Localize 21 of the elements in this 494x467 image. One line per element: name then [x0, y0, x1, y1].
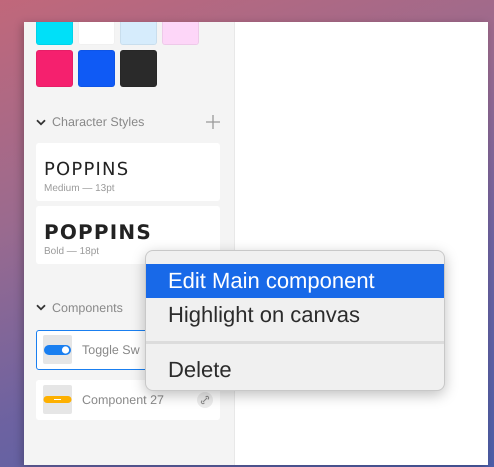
menu-item[interactable]: Highlight on canvas — [146, 298, 444, 332]
section-title: Components — [52, 300, 124, 315]
font-sample: POPPINS — [44, 220, 153, 243]
style-detail: Medium — 13pt — [44, 182, 116, 194]
font-sample: POPPINS — [44, 160, 130, 180]
chevron-icon[interactable] — [36, 304, 46, 312]
button-thumbnail-icon — [43, 385, 72, 414]
link-icon[interactable] — [197, 392, 213, 408]
character-style-card[interactable]: POPPINS Bold — 18pt — [36, 206, 220, 264]
toggle-thumbnail-icon — [43, 335, 72, 364]
chevron-icon[interactable] — [36, 118, 46, 126]
component-name: Component 27 — [82, 392, 166, 407]
menu-item[interactable]: Edit Main component — [146, 264, 444, 298]
style-detail: Bold — 18pt — [44, 246, 100, 257]
component-name: Toggle Sw — [82, 342, 141, 357]
color-swatch[interactable] — [78, 50, 115, 87]
add-icon[interactable] — [206, 115, 220, 129]
character-style-card[interactable]: POPPINS Medium — 13pt — [36, 143, 220, 201]
section-title: Character Styles — [52, 115, 146, 129]
color-swatch[interactable] — [36, 50, 73, 87]
color-swatch[interactable] — [120, 50, 157, 87]
